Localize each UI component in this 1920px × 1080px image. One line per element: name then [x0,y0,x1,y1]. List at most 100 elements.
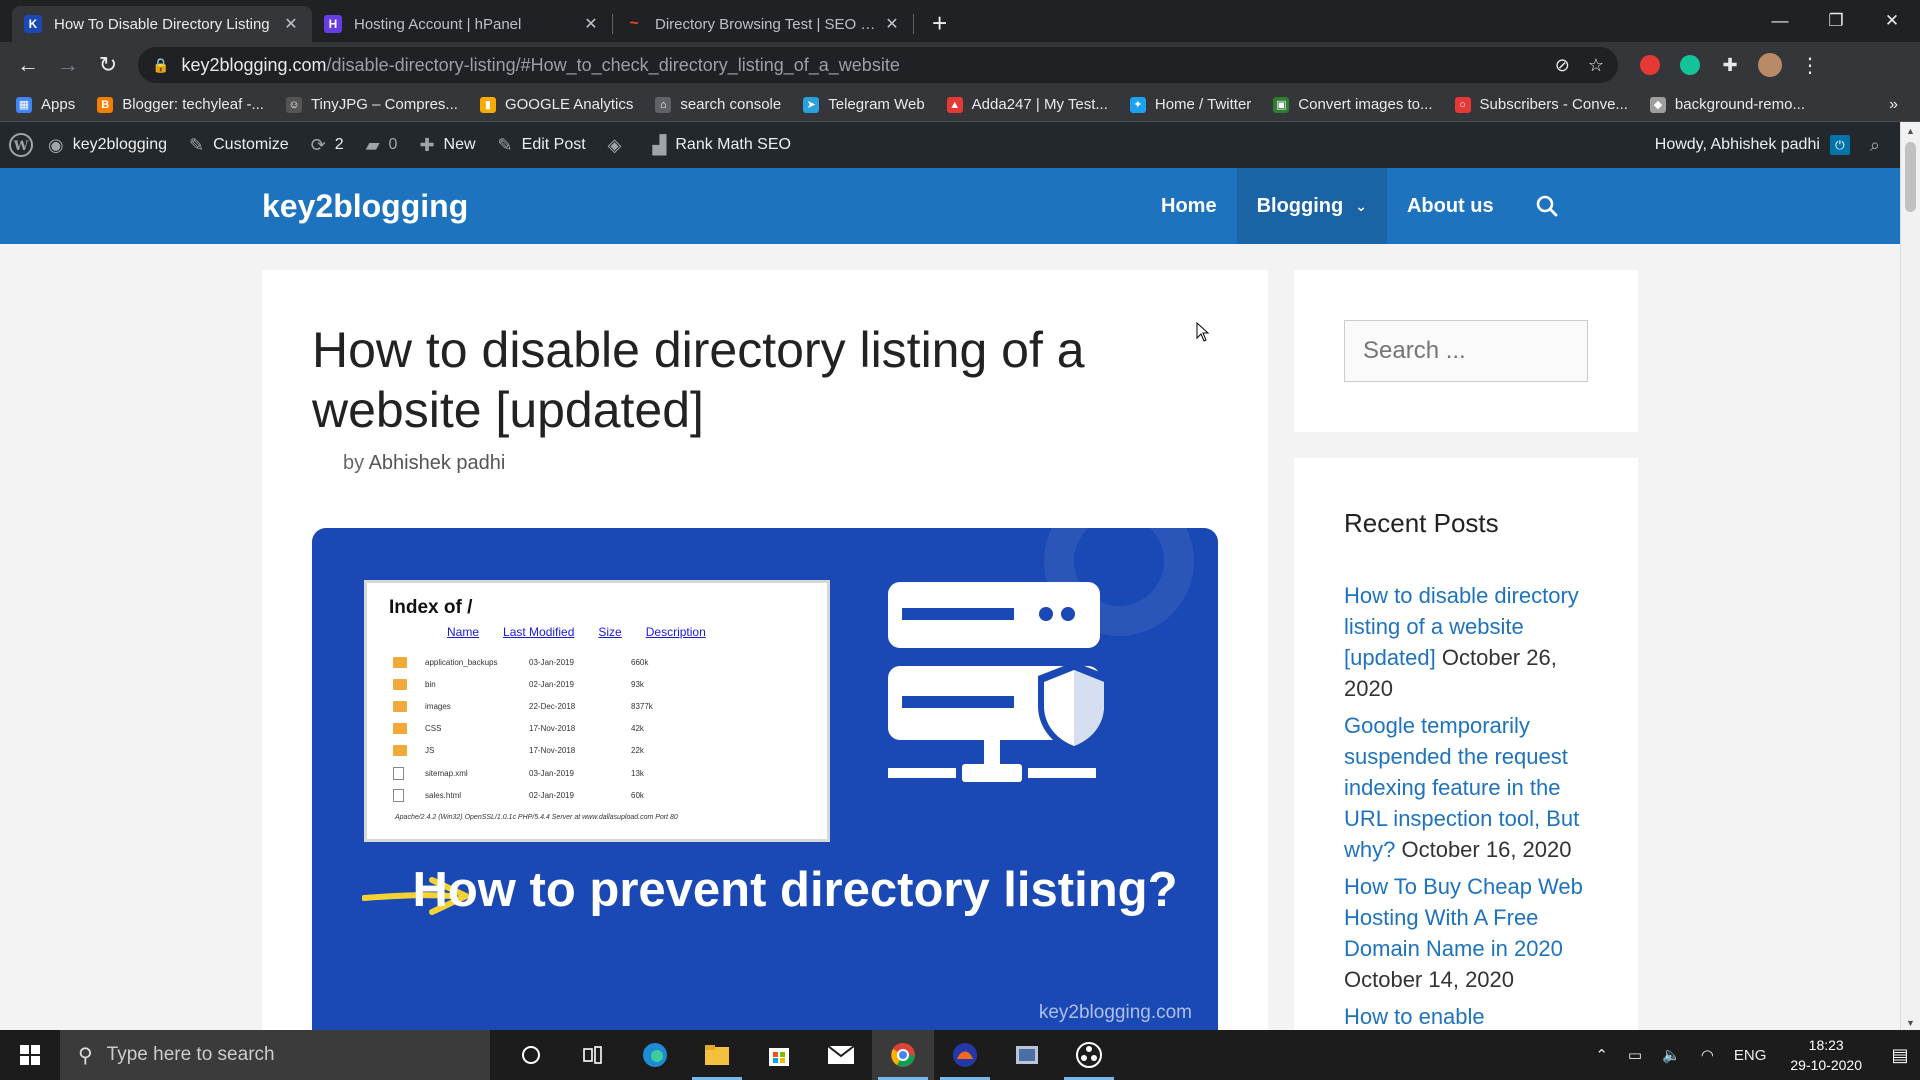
admin-customize-link[interactable]: ✎ Customize [189,135,289,156]
taskbar-search-box[interactable]: ⚲ Type here to search [60,1030,490,1080]
index-row: JS 17-Nov-2018 22k [393,745,644,756]
bookmark-favicon-icon: ◆ [1649,96,1666,113]
howdy-user-link[interactable]: Howdy, Abhishek padhi [1655,136,1820,154]
restore-icon[interactable]: ❐ [1808,0,1864,42]
puzzle-extensions-icon[interactable]: ✚ [1710,45,1750,85]
bookmark-item[interactable]: ▮ GOOGLE Analytics [479,96,633,113]
bookmark-item[interactable]: ▣ Convert images to... [1273,96,1433,113]
profile-avatar[interactable] [1750,45,1790,85]
notifications-icon[interactable]: ▤ [1880,1030,1920,1080]
mail-icon[interactable] [810,1030,872,1080]
bookmark-item[interactable]: ▦ Apps [16,96,75,113]
bookmark-favicon-icon: ▦ [16,96,32,113]
extension-red-icon[interactable] [1630,45,1670,85]
admin-search-icon[interactable]: ⌕ [1870,135,1880,156]
taskbar-clock[interactable]: 18:23 29-10-2020 [1790,1035,1862,1075]
close-tab-icon[interactable]: ✕ [282,14,300,34]
battery-icon[interactable]: ▭ [1628,1046,1642,1064]
index-row: bin 02-Jan-2019 93k [393,679,644,690]
minimize-icon[interactable]: — [1752,0,1808,42]
admin-updates-link[interactable]: ⟳ 2 [311,135,344,156]
browser-tab-0[interactable]: K How To Disable Directory Listing ✕ [12,6,312,42]
grammarly-icon[interactable] [1670,45,1710,85]
index-row: sales.html 02-Jan-2019 60k [393,789,644,802]
scroll-down-arrow-icon[interactable]: ▼ [1901,1018,1920,1028]
eye-off-icon[interactable]: ⊘ [1555,55,1570,76]
user-avatar-icon[interactable]: ⏻ [1829,135,1850,155]
admin-new-link[interactable]: ✚ New [419,135,475,156]
recent-posts-list: How to disable directory listing of a we… [1344,580,1600,1030]
admin-site-link[interactable]: ◉ key2blogging [48,135,167,156]
app-colorful-icon[interactable] [934,1030,996,1080]
edge-browser-icon[interactable] [624,1030,686,1080]
wifi-icon[interactable]: ◠ [1701,1046,1714,1064]
window-controls: — ❐ ✕ [1752,0,1920,42]
admin-diamond-icon[interactable]: ◈ [608,135,631,156]
nav-search-icon[interactable] [1514,168,1580,244]
bookmark-item[interactable]: ➤ Telegram Web [803,96,925,113]
browser-tab-1[interactable]: H Hosting Account | hPanel ✕ [312,6,612,42]
forward-arrow-icon[interactable]: → [48,45,88,85]
bookmark-star-icon[interactable]: ☆ [1588,55,1604,76]
task-view-icon[interactable] [562,1030,624,1080]
bookmark-item[interactable]: ⌂ search console [655,96,781,113]
tray-overflow-chevron-icon[interactable]: ⌃ [1595,1046,1608,1064]
scroll-up-arrow-icon[interactable]: ▲ [1901,126,1920,136]
bookmark-item[interactable]: B Blogger: techyleaf -... [97,96,264,113]
comment-bubble-icon: ▰ [365,134,380,155]
kebab-menu-icon[interactable]: ⋮ [1790,45,1830,85]
bookmark-item[interactable]: ✦ Home / Twitter [1129,96,1251,113]
key2blogging-favicon-icon: K [24,15,42,33]
brush-icon: ✎ [189,134,205,155]
tab-title: Hosting Account | hPanel [354,15,522,33]
reload-icon[interactable]: ↻ [88,45,128,85]
admin-edit-post-link[interactable]: ✎ Edit Post [498,135,586,156]
recent-post-link[interactable]: How To Buy Cheap Web Hosting With A Free… [1344,874,1583,961]
recent-post-link[interactable]: How to enable [1344,1004,1485,1029]
bookmarks-overflow-icon[interactable]: » [1889,96,1898,114]
mouse-cursor-icon [1196,322,1210,342]
bookmarks-bar: ▦ Apps B Blogger: techyleaf -... ☺ TinyJPG – … [0,88,1920,122]
windows-start-icon[interactable] [0,1030,60,1080]
server-shield-icon [888,582,1110,782]
file-explorer-icon[interactable] [686,1030,748,1080]
admin-comments-link[interactable]: ▰ 0 [366,135,398,156]
author-link[interactable]: Abhishek padhi [369,452,506,474]
photo-viewer-icon[interactable] [996,1030,1058,1080]
new-tab-icon[interactable]: + [932,8,947,38]
lock-icon[interactable]: 🔒 [152,57,169,74]
nav-about-us[interactable]: About us [1387,168,1514,244]
index-title: Index of / [389,597,473,618]
index-column-header: Description [645,625,706,639]
wordpress-logo-icon[interactable]: W [8,132,34,158]
url-host: key2blogging.com [181,54,327,75]
obs-studio-icon[interactable] [1058,1030,1120,1080]
close-tab-icon[interactable]: ✕ [883,14,901,34]
back-arrow-icon[interactable]: ← [8,45,48,85]
bookmark-favicon-icon: ➤ [803,96,820,113]
chrome-icon[interactable] [872,1030,934,1080]
chevron-down-icon: ⌄ [1355,197,1367,214]
index-column-header: Size [598,625,622,639]
cortana-icon[interactable] [500,1030,562,1080]
windows-taskbar: ⚲ Type here to search ⌃ ▭ 🔈 ◠ ENG 18:23 … [0,1030,1920,1080]
nav-home[interactable]: Home [1141,168,1237,244]
browser-tab-2[interactable]: ~ Directory Browsing Test | SEO Site ✕ [613,6,913,42]
admin-rank-math-link[interactable]: ▟ Rank Math SEO [653,135,791,156]
volume-icon[interactable]: 🔈 [1662,1046,1681,1064]
site-title-link[interactable]: key2blogging [262,188,468,225]
language-indicator[interactable]: ENG [1734,1047,1767,1064]
nav-blogging[interactable]: Blogging ⌄ [1236,168,1387,244]
address-bar[interactable]: 🔒 key2blogging.com/disable-directory-lis… [138,47,1618,83]
close-tab-icon[interactable]: ✕ [582,14,600,34]
scrollbar-thumb[interactable] [1905,142,1916,212]
page-scrollbar[interactable]: ▲ ▼ [1900,122,1920,1030]
window-close-icon[interactable]: ✕ [1864,0,1920,42]
microsoft-store-icon[interactable] [748,1030,810,1080]
bookmark-item[interactable]: ◆ background-remo... [1649,96,1805,113]
bookmark-item[interactable]: ○ Subscribers - Conve... [1454,96,1628,113]
sidebar-search-input[interactable] [1344,320,1588,382]
bookmark-item[interactable]: ☺ TinyJPG – Compres... [285,96,458,113]
rank-math-chart-icon: ▟ [652,134,667,155]
bookmark-item[interactable]: ▲ Adda247 | My Test... [946,96,1108,113]
